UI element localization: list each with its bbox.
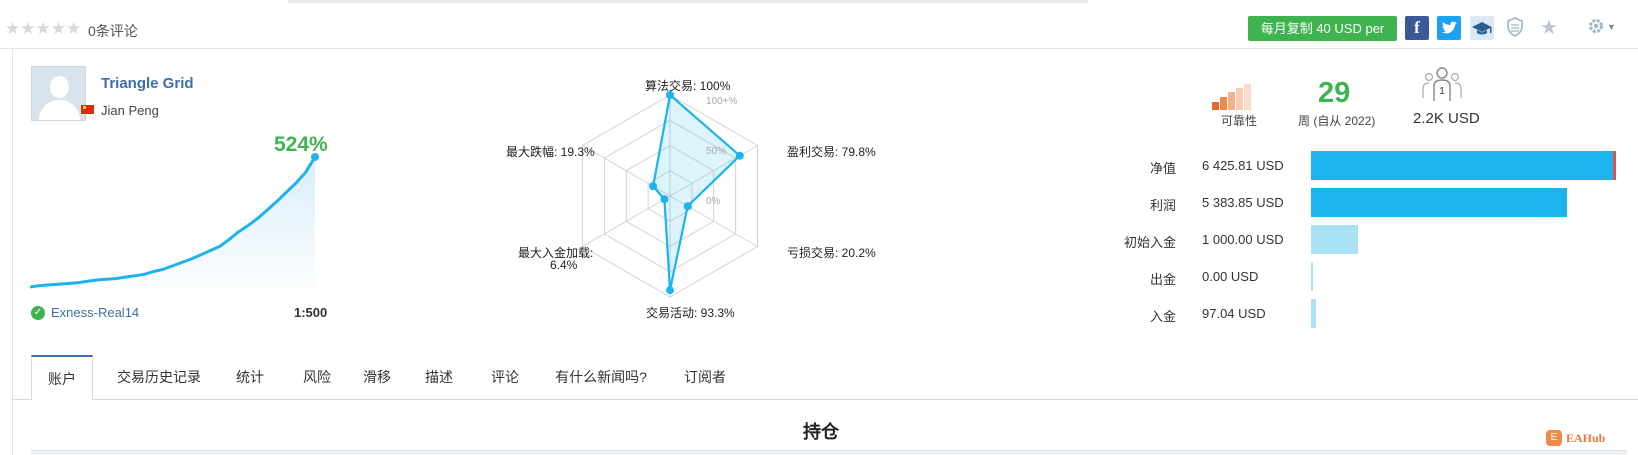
financial-label: 净值 [1149, 161, 1176, 176]
reviews-link[interactable]: 0条评论 [88, 21, 138, 41]
tab-8[interactable]: 订阅者 [672, 355, 738, 400]
radar-label-activity: 交易活动: 93.3% [646, 306, 735, 320]
growth-chart [30, 153, 319, 300]
leverage-value: 1:500 [294, 305, 328, 320]
subscribers-funds: 2.2K USD [1413, 110, 1480, 127]
section-title: 持仓 [803, 422, 839, 442]
subscribers-icon: 1 [1422, 67, 1462, 101]
radar-label-profit: 盈利交易: 79.8% [787, 145, 876, 159]
reliability-bar [1236, 88, 1243, 110]
radar-label-max-load-value: 6.4% [550, 258, 578, 272]
china-flag-icon [81, 105, 94, 114]
author-name[interactable]: Jian Peng [101, 103, 159, 118]
radar-chart [582, 91, 758, 298]
top-bar: ★★★★★ 0条评论 每月复制 40 USD per f ★ ▼ [0, 0, 1638, 49]
financial-bar [1311, 188, 1567, 217]
verified-check-icon: ✓ [31, 306, 45, 320]
reliability-label: 可靠性 [1221, 114, 1258, 128]
radar-scale-100: 100+% [706, 96, 738, 107]
financial-bar [1311, 299, 1316, 328]
eahub-logo-icon: E [1546, 430, 1562, 446]
tab-4[interactable]: 滑移 [349, 355, 405, 400]
tab-2[interactable]: 统计 [221, 355, 279, 400]
signal-name[interactable]: Triangle Grid [101, 75, 194, 92]
tab-6[interactable]: 评论 [477, 355, 533, 400]
avatar [31, 66, 86, 121]
reliability-bar [1244, 84, 1251, 110]
financial-label: 出金 [1149, 272, 1176, 287]
facebook-icon[interactable]: f [1405, 16, 1429, 40]
table-header [31, 450, 1627, 455]
financial-value: 0.00 USD [1202, 269, 1259, 284]
radar-point-4 [660, 195, 669, 204]
radar-point-2 [683, 202, 692, 211]
financial-value: 1 000.00 USD [1202, 232, 1284, 247]
financial-label: 利润 [1149, 198, 1176, 213]
radar-label-algo: 算法交易: 100% [645, 79, 731, 93]
radar-point-5 [649, 182, 658, 191]
reliability-bar [1228, 92, 1235, 110]
reliability-bar [1212, 102, 1219, 110]
broker-account-link[interactable]: Exness-Real14 [51, 305, 139, 320]
chevron-down-icon[interactable]: ▼ [1607, 22, 1616, 32]
tab-bar: 账户 交易历史记录 统计 风险 滑移 描述 评论 有什么新闻吗? 订阅者 [12, 355, 1638, 401]
weeks-count: 29 [1318, 77, 1351, 109]
financial-label: 入金 [1149, 309, 1176, 324]
financial-bar [1311, 151, 1616, 180]
weeks-label: 周 (自从 2022) [1298, 114, 1376, 128]
favorite-star-icon[interactable]: ★ [1540, 17, 1558, 39]
financial-value: 6 425.81 USD [1202, 158, 1284, 173]
tab-7[interactable]: 有什么新闻吗? [546, 355, 656, 400]
growth-end-point [311, 153, 319, 161]
financial-bar [1311, 262, 1313, 291]
tab-1[interactable]: 交易历史记录 [104, 355, 214, 400]
radar-point-1 [735, 151, 744, 160]
financial-label: 初始入金 [1123, 235, 1176, 250]
reliability-bars-icon [1212, 84, 1262, 110]
radar-label-drawdown: 最大跌幅: 19.3% [506, 145, 595, 159]
gear-icon[interactable] [1587, 17, 1605, 40]
twitter-icon[interactable] [1437, 16, 1461, 40]
radar-scale-50: 50% [706, 146, 727, 157]
growth-area [30, 157, 315, 300]
subscribers-count: 1 [1439, 86, 1445, 97]
financial-value: 5 383.85 USD [1202, 195, 1284, 210]
tab-0[interactable]: 账户 [31, 355, 93, 401]
shield-icon[interactable] [1506, 17, 1524, 42]
tab-3[interactable]: 风险 [291, 355, 343, 400]
star-rating-icon[interactable]: ★★★★★ [5, 20, 81, 38]
radar-label-loss: 亏损交易: 20.2% [787, 246, 876, 260]
financial-bar [1311, 225, 1359, 254]
radar-series [651, 92, 742, 291]
copy-subscribe-button[interactable]: 每月复制 40 USD per [1248, 16, 1397, 41]
reliability-bar [1220, 97, 1227, 110]
tab-5[interactable]: 描述 [413, 355, 465, 400]
top-strip [288, 0, 1088, 3]
graduation-cap-icon[interactable] [1470, 16, 1494, 40]
watermark: EAHub [1566, 431, 1606, 445]
radar-scale-0: 0% [706, 196, 721, 207]
radar-point-3 [666, 286, 674, 295]
financial-value: 97.04 USD [1202, 306, 1266, 321]
